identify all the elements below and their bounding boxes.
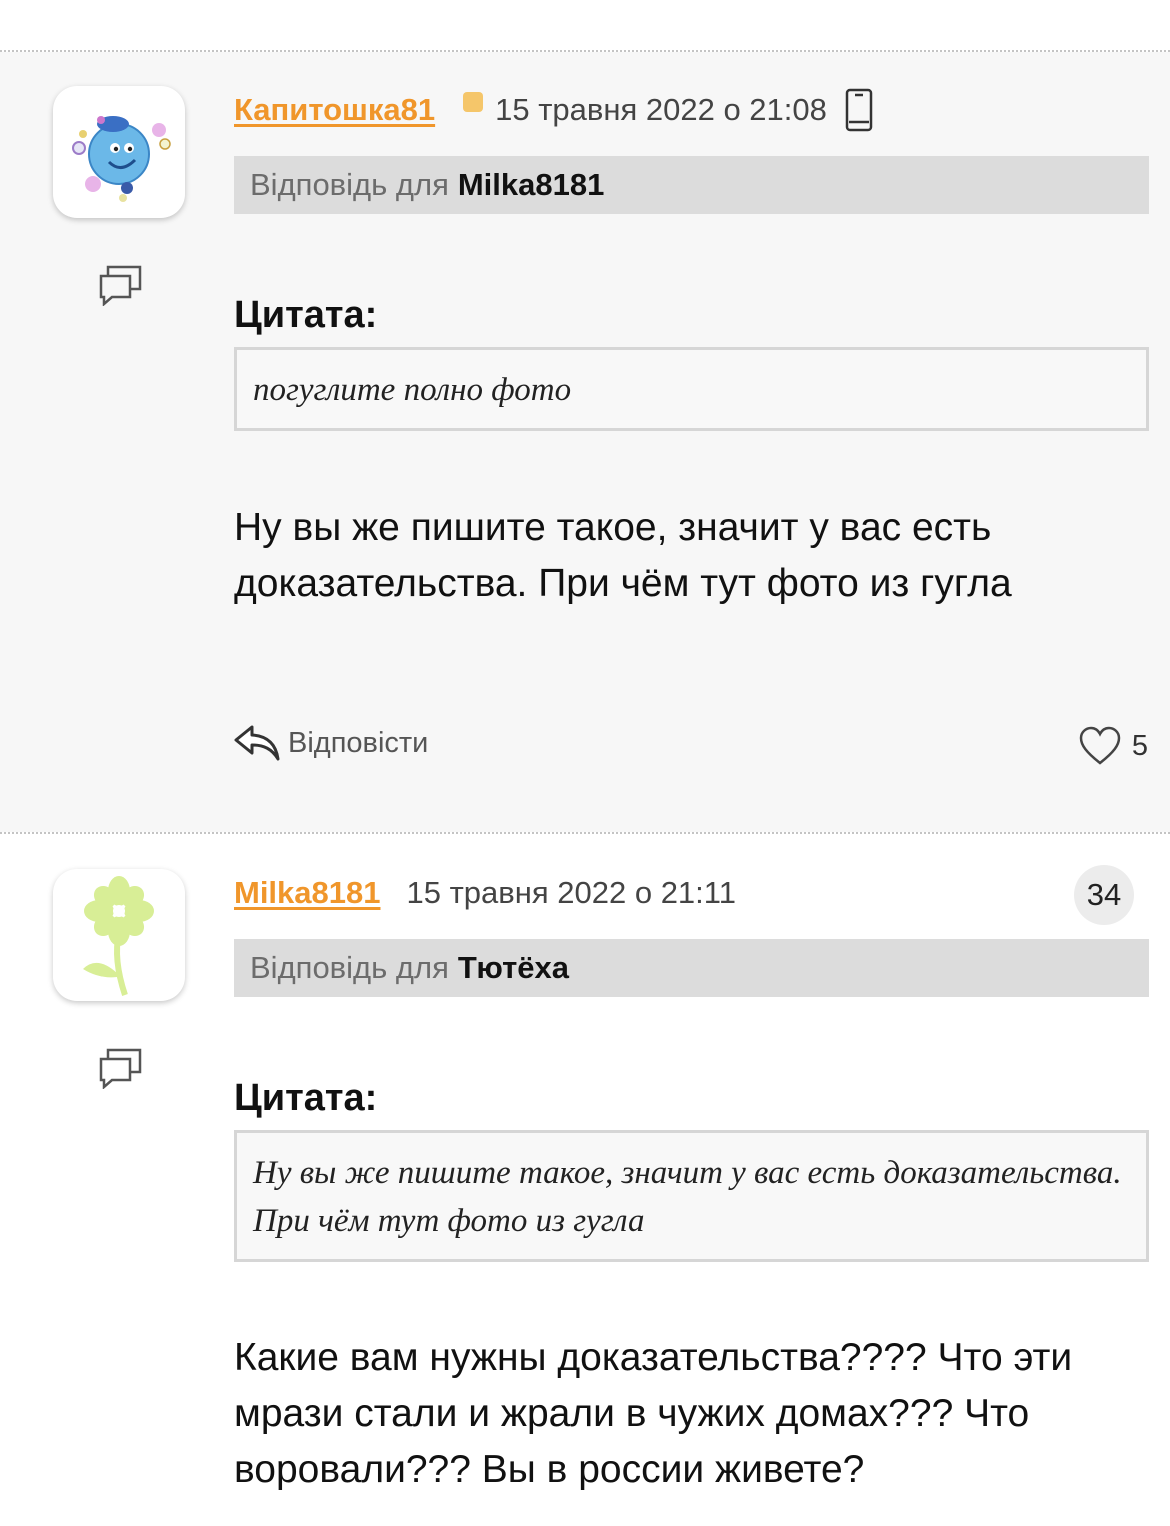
reply-to-bar: Відповідь для Milka8181	[234, 156, 1149, 214]
avatar[interactable]	[53, 869, 185, 1001]
reply-arrow-icon	[234, 725, 280, 761]
comment-date: 15 травня 2022 о 21:11	[406, 875, 736, 910]
smartphone-icon	[845, 88, 873, 132]
reply-to-prefix: Відповідь для	[250, 950, 449, 985]
quote-label: Цитата:	[234, 1077, 378, 1119]
comment-count-badge: 34	[1074, 865, 1134, 925]
author-link[interactable]: Капитошка81	[234, 92, 435, 128]
heart-icon	[1079, 726, 1121, 765]
reply-to-prefix: Відповідь для	[250, 167, 449, 202]
avatar[interactable]	[53, 86, 185, 218]
quote-box: погуглите полно фото	[234, 347, 1149, 431]
thread-icon[interactable]	[98, 1047, 144, 1089]
comment-meta: Milka8181 15 травня 2022 о 21:11	[234, 868, 736, 918]
reply-to-bar: Відповідь для Тютёха	[234, 939, 1149, 997]
quote-label: Цитата:	[234, 294, 378, 336]
like-count: 5	[1131, 729, 1148, 762]
reply-to-user[interactable]: Milka8181	[458, 167, 605, 203]
reply-button[interactable]: Відповісти	[234, 718, 428, 768]
cartoon-drop-avatar-icon	[72, 116, 171, 202]
comment-date: 15 травня 2022 о 21:08	[495, 92, 827, 127]
author-link[interactable]: Milka8181	[234, 875, 381, 911]
like-button[interactable]: 5	[1078, 721, 1148, 771]
quote-box: Ну вы же пишите такое, значит у вас есть…	[234, 1130, 1149, 1262]
status-indicator	[463, 92, 484, 112]
comment-body: Ну вы же пишите такое, значит у вас есть…	[234, 506, 1012, 605]
reply-label: Відповісти	[288, 726, 429, 759]
divider	[0, 832, 1170, 834]
reply-to-user[interactable]: Тютёха	[458, 950, 569, 986]
comment-meta: Капитошка81 15 травня 2022 о 21:08	[234, 85, 873, 135]
comment-body: Какие вам нужны доказательства???? Что э…	[234, 1336, 1073, 1491]
flower-avatar-icon	[83, 876, 154, 996]
thread-icon[interactable]	[98, 264, 144, 306]
